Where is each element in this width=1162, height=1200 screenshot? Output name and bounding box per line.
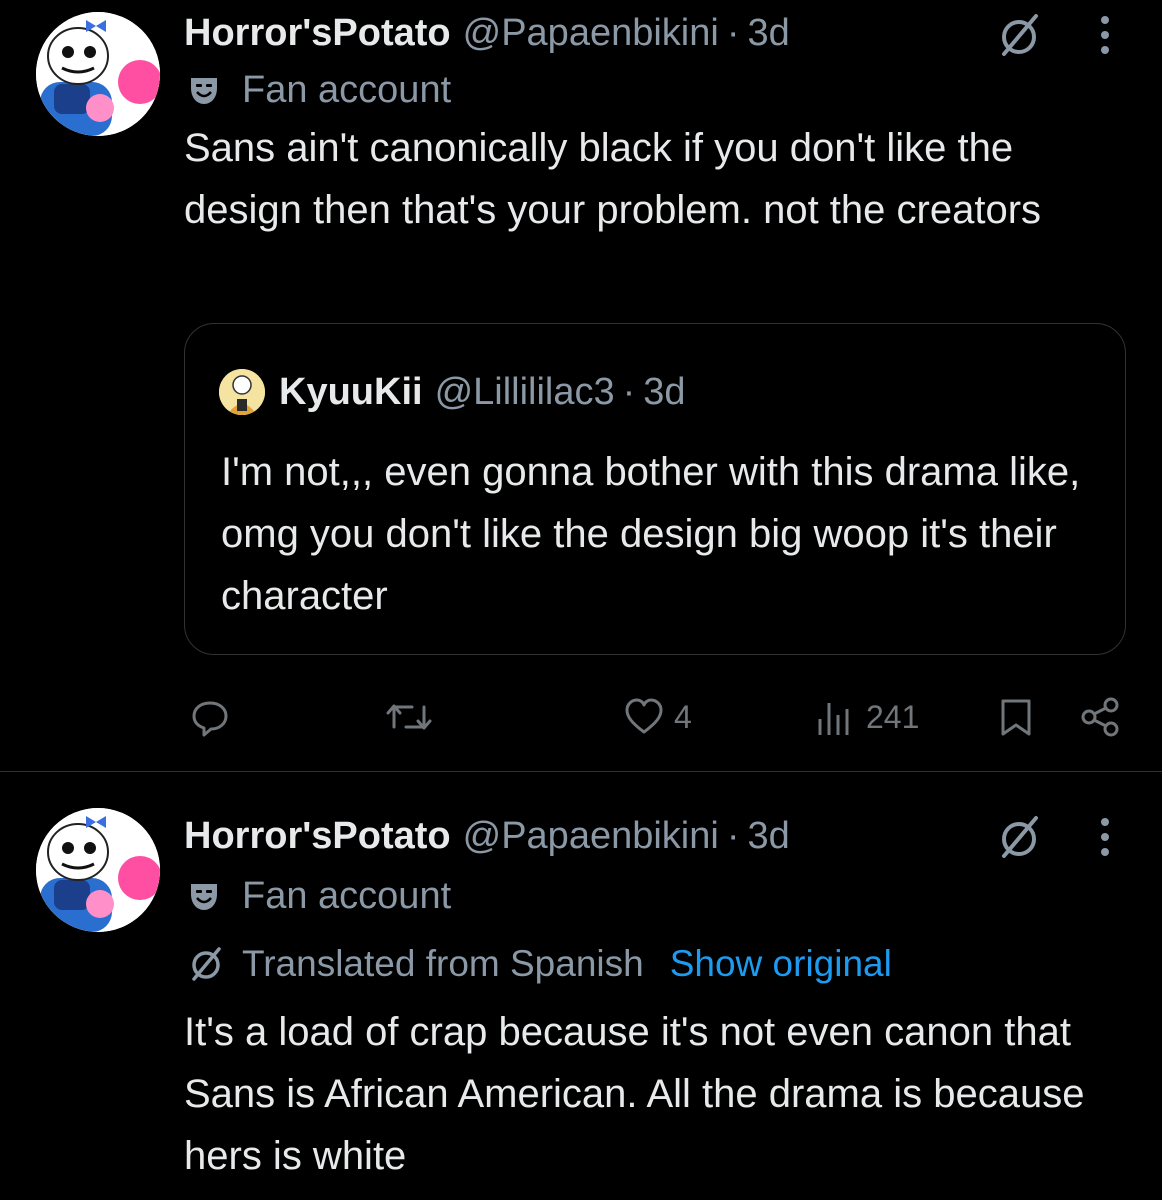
quoted-display-name[interactable]: KyuuKii — [279, 371, 423, 414]
views-icon — [818, 703, 849, 735]
avatar[interactable] — [36, 808, 160, 932]
quoted-post[interactable]: KyuuKii @Lillililac3 · 3d I'm not,,, eve… — [184, 323, 1126, 655]
display-name[interactable]: Horror'sPotato — [184, 12, 451, 55]
repost-button[interactable] — [386, 690, 432, 744]
like-button[interactable]: 4 — [624, 690, 692, 744]
bookmark-button[interactable] — [999, 690, 1033, 744]
reply-icon — [192, 701, 228, 737]
account-label-text: Fan account — [242, 68, 452, 111]
quoted-avatar[interactable] — [219, 369, 265, 415]
mask-icon — [191, 884, 217, 910]
grok-icon[interactable] — [996, 12, 1042, 58]
bookmark-icon — [1001, 699, 1031, 736]
action-bar: 4 241 — [184, 690, 1134, 744]
quoted-timestamp[interactable]: 3d — [643, 371, 685, 414]
views-button[interactable]: 241 — [816, 690, 919, 744]
translation-row: Translated from Spanish Show original — [188, 940, 892, 988]
mask-icon — [191, 78, 217, 104]
timestamp[interactable]: 3d — [747, 815, 789, 858]
post-1[interactable]: Horror'sPotato @Papaenbikini · 3d Fan ac… — [0, 0, 1162, 771]
display-name[interactable]: Horror'sPotato — [184, 815, 451, 858]
author-row: Horror'sPotato @Papaenbikini · 3d — [184, 5, 790, 61]
like-count: 4 — [674, 698, 692, 735]
grok-icon — [192, 947, 221, 981]
share-icon — [1081, 697, 1119, 737]
translation-note: Translated from Spanish — [242, 943, 644, 984]
reply-button[interactable] — [190, 690, 230, 744]
author-row: Horror'sPotato @Papaenbikini · 3d — [184, 808, 790, 864]
post-2[interactable]: Horror'sPotato @Papaenbikini · 3d Fan ac… — [0, 772, 1162, 1200]
avatar[interactable] — [36, 12, 160, 136]
repost-icon — [386, 704, 432, 730]
handle[interactable]: @Papaenbikini — [463, 815, 719, 858]
view-count: 241 — [866, 698, 920, 735]
quoted-text: I'm not,,, even gonna bother with this d… — [221, 450, 1081, 618]
quoted-separator: · — [622, 370, 636, 413]
quoted-handle[interactable]: @Lillililac3 — [435, 371, 615, 414]
separator: · — [726, 11, 740, 54]
account-label-text: Fan account — [242, 874, 452, 917]
quoted-author-row: KyuuKii @Lillililac3 · 3d — [219, 364, 686, 420]
more-icon[interactable] — [1098, 814, 1112, 860]
more-icon[interactable] — [1098, 12, 1112, 58]
heart-icon — [625, 698, 663, 734]
separator: · — [726, 814, 740, 857]
timestamp[interactable]: 3d — [747, 12, 789, 55]
show-original-link[interactable]: Show original — [670, 943, 892, 985]
post-text: Sans ain't canonically black if you don'… — [184, 126, 1042, 232]
account-label: Fan account — [188, 66, 451, 114]
share-button[interactable] — [1080, 690, 1120, 744]
post-text: It's a load of crap because it's not eve… — [184, 1010, 1085, 1178]
grok-icon[interactable] — [996, 814, 1042, 860]
handle[interactable]: @Papaenbikini — [463, 12, 719, 55]
account-label: Fan account — [188, 872, 451, 920]
